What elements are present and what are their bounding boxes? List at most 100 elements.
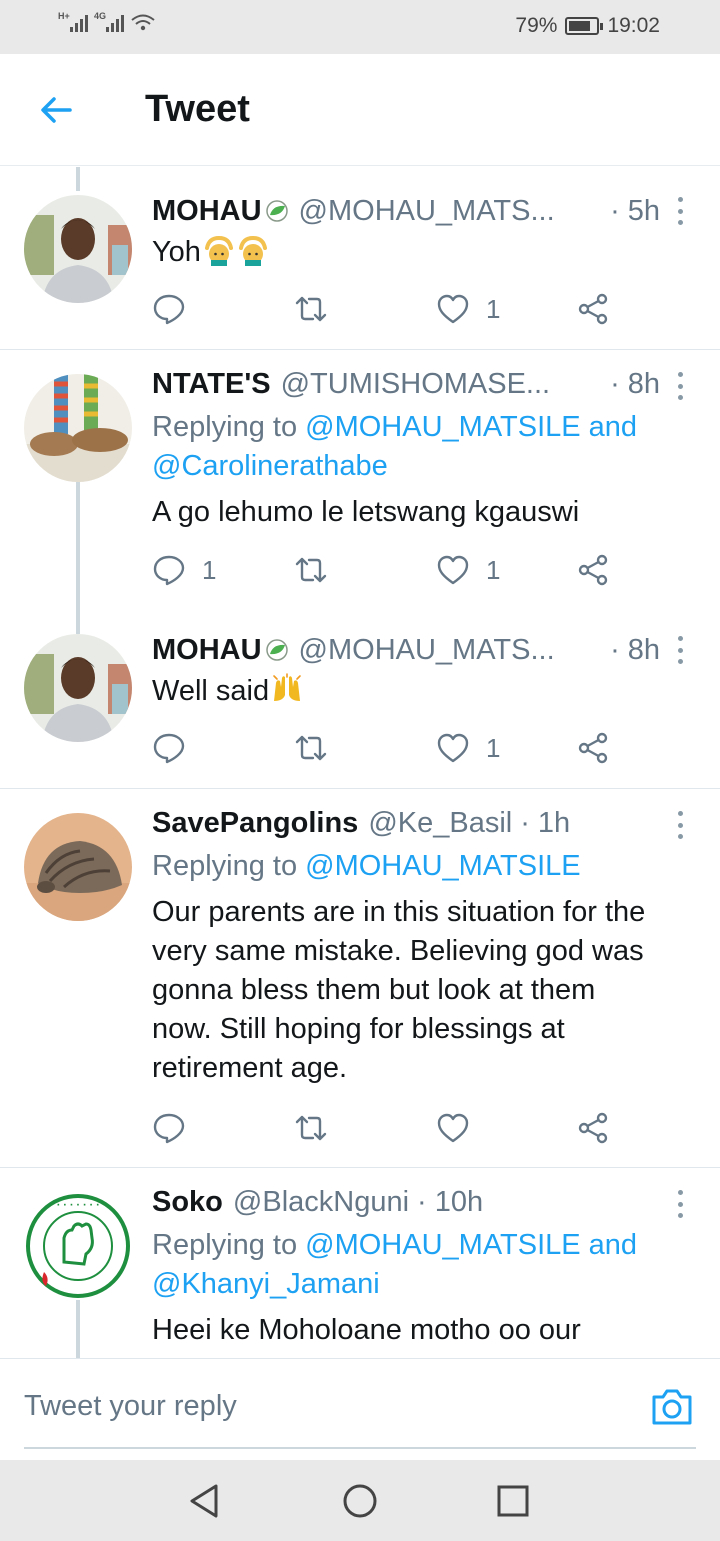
author-handle[interactable]: @MOHAU_MATS... [299, 634, 555, 667]
tweet-4[interactable]: SavePangolins @Ke_Basil · 1h Replying to… [0, 789, 720, 1168]
heart-icon [437, 1113, 469, 1143]
share-button[interactable] [576, 287, 610, 331]
mention-link[interactable]: @MOHAU_MATSILE [305, 1229, 580, 1261]
share-button[interactable] [576, 726, 610, 770]
more-options-icon[interactable] [676, 1190, 684, 1218]
author-name[interactable]: MOHAU [152, 195, 262, 228]
retweet-button[interactable] [294, 1106, 344, 1150]
tweet-time: 8h [627, 368, 660, 400]
mention-and[interactable]: and [581, 1229, 637, 1261]
author-handle[interactable]: @TUMISHOMASE... [281, 368, 551, 401]
like-button[interactable]: 1 [436, 287, 500, 331]
mention-link[interactable]: @MOHAU_MATSILE [305, 411, 580, 443]
reply-button[interactable] [152, 726, 202, 770]
replying-to: Replying to @MOHAU_MATSILE [152, 847, 680, 886]
time-separator: · [520, 807, 530, 839]
more-options-icon[interactable] [676, 197, 684, 225]
man-gesturing-ok-emoji-icon [238, 235, 267, 266]
arrow-left-icon[interactable] [36, 90, 76, 130]
retweet-button[interactable] [294, 287, 344, 331]
author-name[interactable]: Soko [152, 1186, 223, 1219]
like-button[interactable]: 1 [436, 726, 500, 770]
retweet-button[interactable] [294, 548, 344, 592]
replying-to-prefix: Replying to [152, 411, 306, 443]
tweet-text: Our parents are in this situation for th… [152, 893, 692, 1088]
camera-icon[interactable] [650, 1387, 694, 1427]
tweet-header: NTATE'S @TUMISHOMASE... · 8h [152, 368, 660, 401]
tweet-5[interactable]: · · · · · · · Soko @BlackNguni · 10h Rep… [0, 1168, 720, 1358]
time-separator: · [610, 634, 620, 666]
like-count: 1 [486, 732, 501, 763]
signal-icon-2: 4G [94, 11, 124, 32]
share-icon [578, 1112, 608, 1144]
thread-line [76, 482, 80, 626]
battery-percent: 79% [515, 14, 558, 37]
share-icon [578, 732, 608, 764]
avatar[interactable] [24, 195, 132, 303]
reply-icon [153, 733, 185, 764]
thread-line [76, 1300, 80, 1358]
more-options-icon[interactable] [676, 811, 684, 839]
tweet-text-content: Well said [152, 675, 270, 707]
network-type-2: 4G [94, 11, 107, 21]
reply-input[interactable] [24, 1359, 696, 1449]
reply-icon [153, 555, 185, 586]
avatar[interactable]: · · · · · · · [24, 1192, 132, 1300]
status-icons-right: 79% 19:02 [515, 14, 660, 38]
like-count: 1 [486, 293, 501, 324]
avatar[interactable] [24, 813, 132, 921]
avatar[interactable] [24, 634, 132, 742]
retweet-button[interactable] [294, 726, 344, 770]
share-button[interactable] [576, 548, 610, 592]
network-type-1: H+ [58, 11, 70, 21]
nav-home-icon[interactable] [341, 1482, 379, 1520]
tweet-text: Well said [152, 672, 692, 711]
mention-link[interactable]: @Khanyi_Jamani [152, 1268, 380, 1300]
tweet-header: MOHAU @MOHAU_MATS... · 8h [152, 634, 660, 667]
more-options-icon[interactable] [676, 636, 684, 664]
tweet-2[interactable]: NTATE'S @TUMISHOMASE... · 8h Replying to… [0, 350, 720, 626]
time-separator: · [610, 368, 620, 400]
mention-and[interactable]: and [581, 411, 637, 443]
tweet-1[interactable]: MOHAU @MOHAU_MATS... · 5h Yoh 1 [0, 167, 720, 350]
nav-back-icon[interactable] [186, 1482, 224, 1520]
tweet-3[interactable]: MOHAU @MOHAU_MATS... · 8h Well said 1 [0, 626, 720, 789]
clock: 19:02 [607, 14, 660, 37]
wifi-icon [131, 14, 155, 31]
tweet-text: Heei ke Moholoane motho oo our [152, 1314, 581, 1346]
author-name[interactable]: SavePangolins [152, 807, 358, 840]
reply-button[interactable] [152, 1106, 202, 1150]
like-button[interactable]: 1 [436, 548, 500, 592]
mention-link[interactable]: @MOHAU_MATSILE [305, 850, 580, 882]
mention-link[interactable]: @Carolinerathabe [152, 450, 388, 482]
leaf-emoji-icon [265, 639, 288, 661]
reply-button[interactable]: 1 [152, 548, 216, 592]
tweet-actions: 1 [152, 287, 622, 331]
more-options-icon[interactable] [676, 372, 684, 400]
share-button[interactable] [576, 1106, 610, 1150]
avatar[interactable] [24, 374, 132, 482]
author-handle[interactable]: @MOHAU_MATS... [299, 195, 555, 228]
tweet-time: 5h [627, 195, 660, 227]
tweet-text-line: Our parents are in this situation for th… [152, 896, 646, 928]
tweet-time: 8h [627, 634, 660, 666]
author-name[interactable]: NTATE'S [152, 368, 271, 401]
share-icon [578, 293, 608, 325]
author-name[interactable]: MOHAU [152, 634, 262, 667]
app-header: Tweet [0, 54, 720, 166]
thread-line [76, 626, 80, 634]
author-handle[interactable]: @Ke_Basil [368, 807, 512, 840]
author-handle[interactable]: @BlackNguni [233, 1186, 409, 1219]
battery-icon [565, 17, 604, 35]
reply-button[interactable] [152, 287, 202, 331]
replying-to: Replying to @MOHAU_MATSILE and @Caroline… [152, 408, 680, 486]
tweet-header: MOHAU @MOHAU_MATS... · 5h [152, 195, 660, 228]
reply-bar [0, 1358, 720, 1460]
tweet-header: SavePangolins @Ke_Basil · 1h [152, 807, 660, 840]
tweet-actions: 1 [152, 726, 622, 770]
nav-recents-icon[interactable] [494, 1482, 532, 1520]
like-count: 1 [486, 554, 501, 585]
like-button[interactable] [436, 1106, 486, 1150]
svg-text:· · · · · · ·: · · · · · · · [57, 1201, 100, 1211]
status-bar: H+ 4G 79% 19:02 [0, 0, 720, 54]
